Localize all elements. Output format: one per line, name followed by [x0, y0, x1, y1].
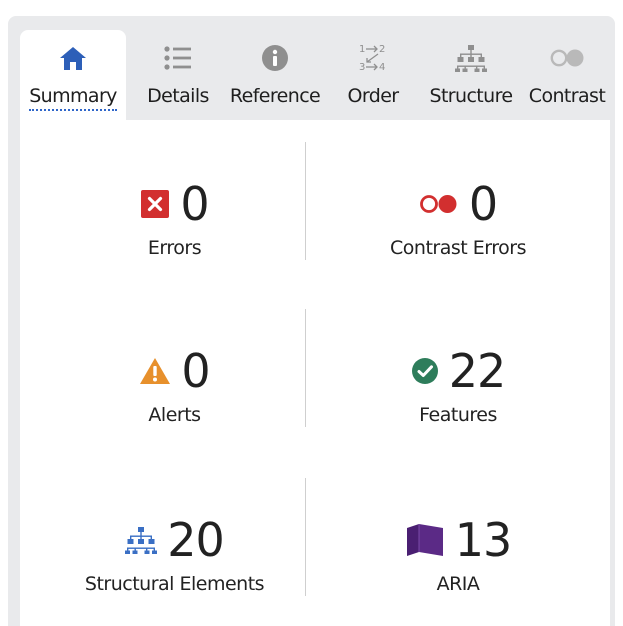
errors-summary[interactable]: 0 Errors [32, 178, 317, 260]
alerts-count: 0 [181, 344, 210, 398]
tab-label: Details [147, 85, 209, 107]
alerts-summary[interactable]: 0 Alerts [32, 345, 317, 427]
structural-elements-label: Structural Elements [84, 573, 265, 595]
tab-label: Structure [429, 85, 514, 107]
tab-details[interactable]: Details [136, 30, 220, 120]
structure-icon [125, 526, 158, 554]
structural-elements-count: 20 [167, 513, 225, 567]
tab-label: Reference [229, 85, 321, 107]
contrast-errors-summary[interactable]: 0 Contrast Errors [306, 178, 610, 260]
order-icon: 1 2 3 4 [356, 44, 390, 73]
alerts-label: Alerts [148, 404, 201, 426]
errors-label: Errors [147, 237, 202, 259]
tab-label: Summary [29, 84, 117, 111]
features-summary[interactable]: 22 Features [306, 345, 610, 427]
features-label: Features [419, 404, 497, 426]
tab-contrast[interactable]: Contrast [524, 30, 610, 120]
alert-triangle-icon [139, 357, 171, 385]
top-strip [0, 0, 623, 16]
tab-reference[interactable]: Reference [224, 30, 326, 120]
contrast-errors-label: Contrast Errors [390, 237, 526, 259]
tab-structure[interactable]: Structure [424, 30, 518, 120]
contrast-error-icon [419, 193, 459, 215]
aria-cube-icon [405, 522, 445, 558]
order-icon-digit: 4 [379, 62, 385, 73]
list-icon [163, 44, 193, 72]
order-icon-digit: 2 [379, 44, 385, 55]
tab-label: Contrast [528, 85, 606, 107]
contrast-icon [550, 44, 584, 72]
order-icon-digit: 3 [359, 62, 365, 73]
features-count: 22 [448, 344, 507, 398]
aria-summary[interactable]: 13 ARIA [306, 514, 610, 596]
home-icon [58, 44, 88, 72]
error-x-icon [140, 189, 170, 219]
order-icon-digit: 1 [359, 44, 365, 55]
structural-elements-summary[interactable]: 20 Structural Elements [32, 514, 317, 596]
tab-label: Order [347, 85, 400, 107]
tab-summary[interactable]: Summary [20, 30, 126, 120]
tab-order[interactable]: 1 2 3 4 Order [338, 30, 408, 120]
summary-panel: 0 Errors 0 Contrast Errors 0 Alerts 22 F… [20, 120, 610, 626]
info-icon [261, 44, 289, 72]
aria-count: 13 [454, 513, 513, 567]
aria-label: ARIA [436, 573, 480, 595]
errors-count: 0 [180, 177, 209, 231]
structure-icon [455, 44, 487, 72]
check-circle-icon [411, 357, 439, 385]
tab-bar: Summary Details Reference 1 2 3 4 Order … [20, 30, 610, 120]
contrast-errors-count: 0 [468, 177, 498, 231]
